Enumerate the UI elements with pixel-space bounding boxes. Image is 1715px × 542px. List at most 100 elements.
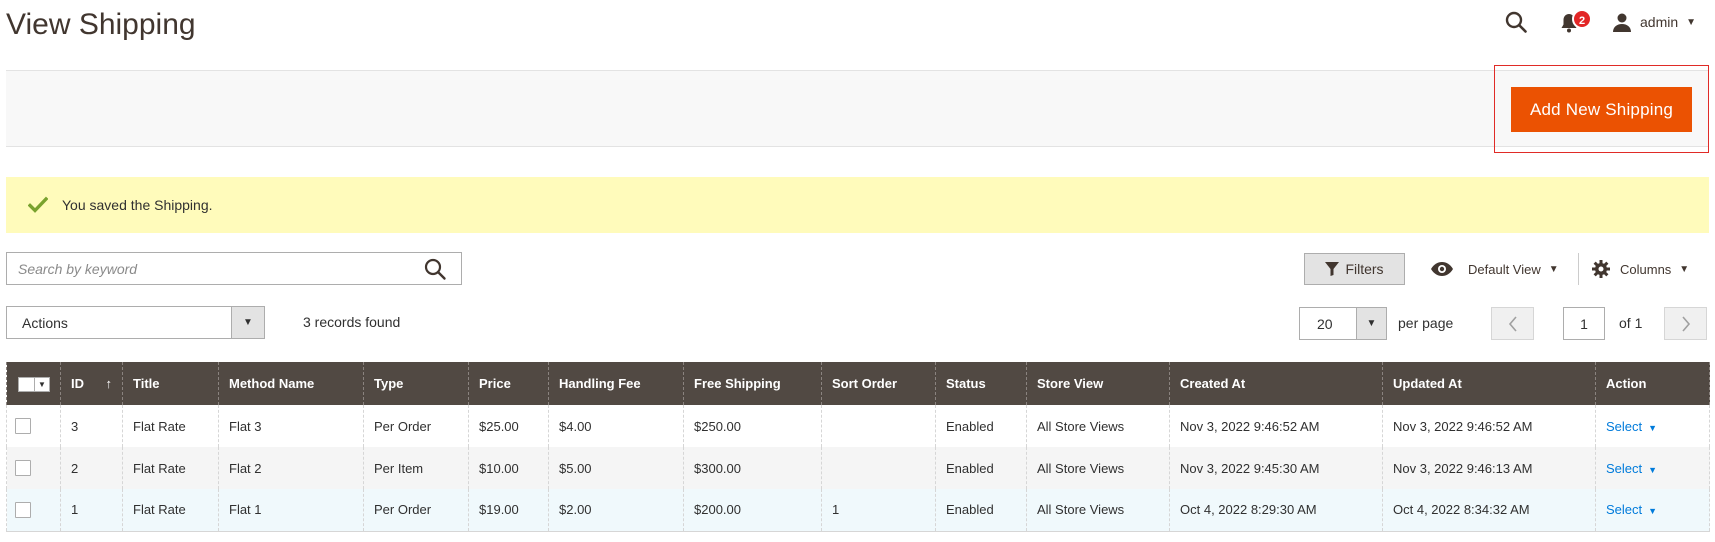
per-page-label: per page	[1398, 315, 1454, 331]
cell-handling-fee: $5.00	[548, 447, 684, 489]
chevron-left-icon	[1508, 315, 1517, 332]
column-header-sort-order[interactable]: Sort Order	[821, 362, 936, 405]
sort-ascending-icon: ↑	[105, 376, 113, 391]
cell-sort-order	[821, 405, 936, 447]
column-header-title[interactable]: Title	[122, 362, 219, 405]
user-icon	[1613, 13, 1631, 32]
column-header-free-shipping[interactable]: Free Shipping	[683, 362, 822, 405]
view-selector[interactable]: Default View ▼	[1430, 253, 1559, 285]
cell-updated-at: Nov 3, 2022 9:46:13 AM	[1382, 447, 1596, 489]
mass-select-checkbox[interactable]: ▼	[18, 376, 50, 392]
cell-type: Per Order	[363, 405, 469, 447]
cell-free-shipping: $300.00	[683, 447, 822, 489]
per-page-select[interactable]: 20 ▼	[1299, 307, 1387, 340]
funnel-icon	[1325, 262, 1340, 276]
user-menu[interactable]: admin ▼	[1612, 10, 1696, 34]
search-icon[interactable]	[423, 257, 447, 281]
filters-label: Filters	[1345, 261, 1384, 277]
eye-icon	[1431, 262, 1453, 276]
cell-price: $10.00	[468, 447, 549, 489]
chevron-down-icon: ▼	[1686, 16, 1697, 28]
chevron-down-icon: ▼	[34, 377, 49, 391]
records-found: 3 records found	[303, 314, 401, 330]
message-text: You saved the Shipping.	[62, 197, 213, 213]
chevron-right-icon	[1681, 315, 1690, 332]
cell-updated-at: Nov 3, 2022 9:46:52 AM	[1382, 405, 1596, 447]
cell-title: Flat Rate	[122, 489, 219, 532]
check-icon	[28, 196, 48, 213]
gear-icon	[1592, 260, 1610, 278]
view-label: Default View	[1468, 261, 1541, 277]
table-row[interactable]: 2 Flat Rate Flat 2 Per Item $10.00 $5.00…	[6, 447, 1710, 489]
cell-store-view: All Store Views	[1026, 489, 1170, 532]
cell-title: Flat Rate	[122, 405, 219, 447]
column-header-status[interactable]: Status	[935, 362, 1027, 405]
cell-free-shipping: $250.00	[683, 405, 822, 447]
cell-status: Enabled	[935, 405, 1027, 447]
cell-id: 1	[60, 489, 123, 532]
cell-updated-at: Oct 4, 2022 8:34:32 AM	[1382, 489, 1596, 532]
chevron-down-icon: ▼	[1648, 464, 1658, 475]
cell-status: Enabled	[935, 489, 1027, 532]
cell-price: $25.00	[468, 405, 549, 447]
success-message: You saved the Shipping.	[6, 177, 1709, 233]
cell-title: Flat Rate	[122, 447, 219, 489]
chevron-down-icon: ▼	[1648, 422, 1658, 433]
table-row[interactable]: 3 Flat Rate Flat 3 Per Order $25.00 $4.0…	[6, 405, 1710, 447]
row-action-select[interactable]: Select ▼	[1606, 502, 1657, 517]
actions-label: Actions	[22, 315, 68, 331]
columns-selector[interactable]: Columns ▼	[1592, 253, 1689, 285]
previous-page-button[interactable]	[1491, 307, 1534, 340]
current-page-input[interactable]	[1563, 307, 1605, 340]
filters-button[interactable]: Filters	[1304, 253, 1405, 285]
cell-method-name: Flat 3	[218, 405, 364, 447]
toolbar-divider	[1578, 253, 1579, 285]
shipping-grid: ▼ ID ↑ Title Method Name Type Price Handl…	[6, 362, 1710, 532]
search-input[interactable]	[7, 253, 407, 284]
column-header-id[interactable]: ID ↑	[60, 362, 123, 405]
column-header-updated-at[interactable]: Updated At	[1382, 362, 1596, 405]
cell-free-shipping: $200.00	[683, 489, 822, 532]
chevron-down-icon: ▼	[1648, 506, 1658, 517]
cell-sort-order: 1	[821, 489, 936, 532]
column-header-created-at[interactable]: Created At	[1169, 362, 1383, 405]
row-checkbox[interactable]	[15, 501, 31, 518]
columns-label: Columns	[1620, 261, 1672, 277]
row-action-select[interactable]: Select ▼	[1606, 461, 1657, 476]
column-header-handling-fee[interactable]: Handling Fee	[548, 362, 684, 405]
cell-created-at: Oct 4, 2022 8:29:30 AM	[1169, 489, 1383, 532]
page-title: View Shipping	[6, 8, 196, 41]
cell-method-name: Flat 1	[218, 489, 364, 532]
cell-store-view: All Store Views	[1026, 405, 1170, 447]
search-icon[interactable]	[1504, 10, 1528, 34]
chevron-down-icon: ▼	[1356, 308, 1386, 339]
row-action-select[interactable]: Select ▼	[1606, 419, 1657, 434]
column-header-action: Action	[1595, 362, 1710, 405]
cell-handling-fee: $2.00	[548, 489, 684, 532]
cell-price: $19.00	[468, 489, 549, 532]
cell-id: 2	[60, 447, 123, 489]
cell-method-name: Flat 2	[218, 447, 364, 489]
cell-status: Enabled	[935, 447, 1027, 489]
mass-actions-dropdown[interactable]: Actions ▼	[6, 306, 265, 339]
add-new-shipping-button[interactable]: Add New Shipping	[1511, 87, 1692, 132]
row-checkbox[interactable]	[15, 418, 31, 434]
cell-created-at: Nov 3, 2022 9:45:30 AM	[1169, 447, 1383, 489]
cell-type: Per Order	[363, 489, 469, 532]
cell-created-at: Nov 3, 2022 9:46:52 AM	[1169, 405, 1383, 447]
cell-type: Per Item	[363, 447, 469, 489]
next-page-button[interactable]	[1664, 307, 1707, 340]
chevron-down-icon: ▼	[1679, 263, 1690, 275]
notifications-count-badge: 2	[1572, 9, 1592, 29]
per-page-value: 20	[1317, 316, 1333, 332]
column-header-method-name[interactable]: Method Name	[218, 362, 364, 405]
row-checkbox[interactable]	[15, 460, 31, 476]
column-header-store-view[interactable]: Store View	[1026, 362, 1170, 405]
table-row[interactable]: 1 Flat Rate Flat 1 Per Order $19.00 $2.0…	[6, 489, 1710, 532]
chevron-down-icon: ▼	[231, 307, 264, 338]
column-header-type[interactable]: Type	[363, 362, 469, 405]
cell-id: 3	[60, 405, 123, 447]
column-header-price[interactable]: Price	[468, 362, 549, 405]
mass-select-header[interactable]: ▼	[6, 362, 61, 405]
page-total: of 1	[1619, 315, 1643, 331]
